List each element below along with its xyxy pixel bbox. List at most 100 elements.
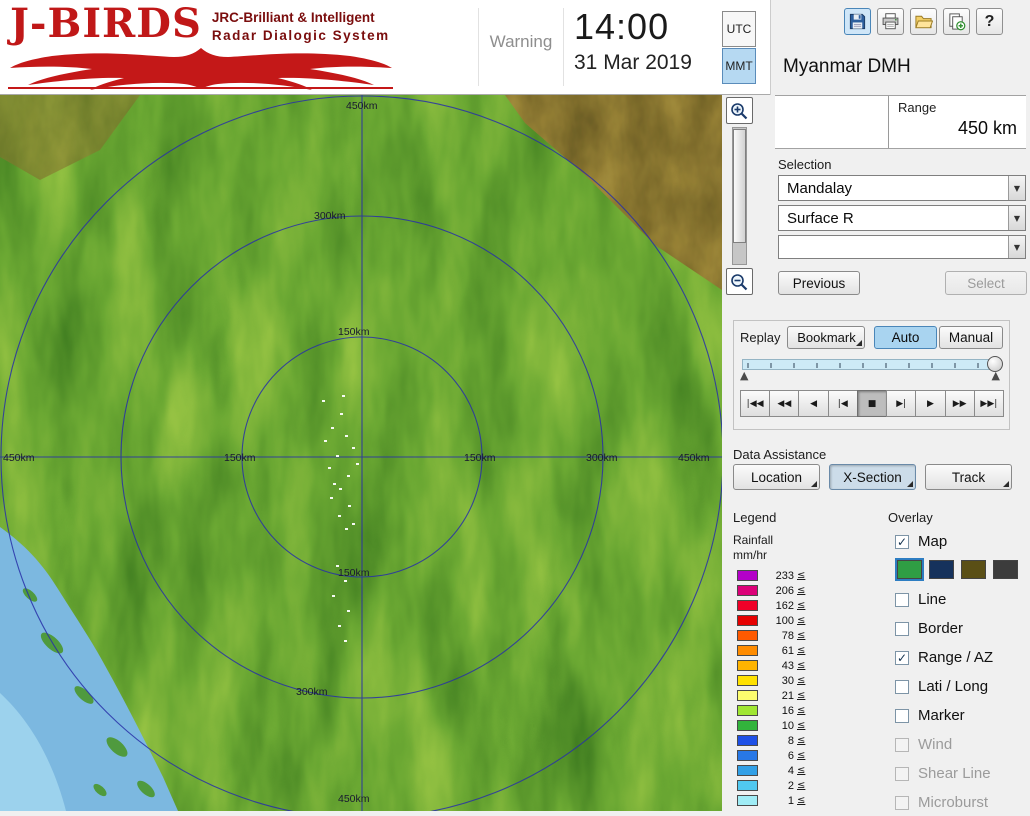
timeline-start-marker: ▲ <box>740 369 749 382</box>
extra-dropdown-button[interactable]: ▼ <box>1008 236 1025 258</box>
folder-icon <box>915 15 933 29</box>
data-assistance-title: Data Assistance <box>733 447 827 462</box>
selection-title: Selection <box>778 157 832 172</box>
bookmark-button[interactable]: Bookmark <box>787 326 866 349</box>
radar-map[interactable]: 450km 300km 150km 150km 300km 450km 450k… <box>0 95 724 816</box>
legend-value: 30 <box>781 674 794 687</box>
previous-button[interactable]: Previous <box>778 271 860 295</box>
overlay-microburst-checkbox <box>895 795 909 810</box>
mmt-button[interactable]: MMT <box>722 48 756 84</box>
overlay-map-checkbox[interactable]: ✓ <box>895 534 909 549</box>
legend-color-swatch <box>737 615 758 626</box>
print-button[interactable] <box>877 8 904 35</box>
print-icon <box>882 13 899 30</box>
ring-label: 450km <box>338 793 370 805</box>
legend-value: 2 <box>787 779 794 792</box>
manual-mode-button[interactable]: Manual <box>939 326 1003 349</box>
open-folder-button[interactable] <box>910 8 937 35</box>
legend-value: 61 <box>781 644 794 657</box>
site-dropdown[interactable]: Mandalay ▼ <box>778 175 1026 201</box>
overlay-item-border: Border <box>895 618 1030 639</box>
product-dropdown[interactable]: Surface R ▼ <box>778 205 1026 231</box>
legend-le-symbol: ≤ <box>797 705 806 716</box>
location-button[interactable]: Location <box>733 464 820 490</box>
playback-step-back-button[interactable]: |◀ <box>827 390 858 417</box>
overlay-item-lati-long: Lati / Long <box>895 676 1030 697</box>
legend-title: Legend <box>733 510 777 525</box>
utc-button[interactable]: UTC <box>722 11 756 47</box>
export-button[interactable] <box>943 8 970 35</box>
legend-color-swatch <box>737 705 758 716</box>
playback-step-forward-button[interactable]: ▶| <box>886 390 917 417</box>
overlay-map-label: Map <box>918 533 948 550</box>
replay-mode-toggle: Auto Manual <box>874 326 1003 349</box>
zoom-in-button[interactable] <box>725 97 753 124</box>
legend-le-symbol: ≤ <box>797 735 806 746</box>
legend-color-swatch <box>737 765 758 776</box>
overlay-list: ✓ Map Line Border ✓ Range / AZ Lati / Long Mark… <box>888 531 1030 811</box>
legend-row: 10 ≤ <box>733 718 883 733</box>
legend-value: 78 <box>781 629 794 642</box>
overlay-item-marker: Marker <box>895 705 1030 726</box>
clock-date: 31 Mar 2019 <box>574 51 692 74</box>
map-style-swatch-3[interactable] <box>961 560 986 579</box>
timeline-track[interactable] <box>742 359 1001 370</box>
save-button[interactable] <box>844 8 871 35</box>
legend-le-symbol: ≤ <box>797 750 806 761</box>
track-button[interactable]: Track <box>925 464 1012 490</box>
timezone-toggle: UTC MMT <box>722 11 756 84</box>
select-button: Select <box>945 271 1027 295</box>
map-style-swatch-1[interactable] <box>897 560 922 579</box>
overlay-marker-label: Marker <box>918 707 965 724</box>
ring-label: 450km <box>346 100 378 112</box>
overlay-border-label: Border <box>918 620 964 637</box>
playback-skip-start-button[interactable]: |◀◀ <box>740 390 771 417</box>
playback-skip-end-button[interactable]: ▶▶| <box>973 390 1004 417</box>
site-dropdown-button[interactable]: ▼ <box>1008 176 1025 200</box>
legend-value: 6 <box>787 749 794 762</box>
playback-stop-button[interactable]: ■ <box>856 390 888 417</box>
help-icon: ? <box>984 12 995 30</box>
zoom-slider-track[interactable] <box>731 127 747 265</box>
station-name: Myanmar DMH <box>783 56 911 77</box>
legend-row: 78 ≤ <box>733 628 883 643</box>
help-button[interactable]: ? <box>976 8 1003 35</box>
playback-rewind-button[interactable]: ◀◀ <box>769 390 800 417</box>
ring-label: 150km <box>338 326 370 338</box>
x-section-button[interactable]: X-Section <box>829 464 916 490</box>
playback-fast-forward-button[interactable]: ▶▶ <box>944 390 975 417</box>
legend-row: 162 ≤ <box>733 598 883 613</box>
playback-reverse-play-button[interactable]: ◀ <box>798 390 829 417</box>
timeline-slider[interactable]: ▲ ▲ <box>740 356 1003 386</box>
auto-mode-button[interactable]: Auto <box>874 326 937 349</box>
legend-row: 100 ≤ <box>733 613 883 628</box>
zoom-slider-thumb[interactable] <box>732 129 746 243</box>
legend-panel: Legend Rainfall mm/hr 233 ≤206 ≤162 ≤100 ≤78… <box>733 510 883 808</box>
legend-row: 8 ≤ <box>733 733 883 748</box>
overlay-marker-checkbox[interactable] <box>895 708 909 723</box>
legend-le-symbol: ≤ <box>797 720 806 731</box>
overlay-wind-label: Wind <box>918 736 953 753</box>
playback-play-button[interactable]: ▶ <box>915 390 946 417</box>
overlay-item-map: ✓ Map <box>895 531 1030 552</box>
product-dropdown-button[interactable]: ▼ <box>1008 206 1025 230</box>
zoom-out-button[interactable] <box>725 268 753 295</box>
map-style-swatch-4[interactable] <box>993 560 1018 579</box>
map-style-swatch-2[interactable] <box>929 560 954 579</box>
export-icon <box>949 13 966 31</box>
overlay-border-checkbox[interactable] <box>895 621 909 636</box>
replay-group: Replay Bookmark Auto Manual ▲ ▲ |◀◀ ◀◀ ◀ |◀… <box>733 320 1010 430</box>
legend-le-symbol: ≤ <box>797 765 806 776</box>
overlay-item-line: Line <box>895 589 1030 610</box>
legend-color-swatch <box>737 675 758 686</box>
selection-buttons: Previous Select <box>778 271 1027 295</box>
logo-subtitle-line2: Radar Dialogic System <box>211 27 390 43</box>
overlay-range-az-checkbox[interactable]: ✓ <box>895 650 909 665</box>
overlay-lati-long-checkbox[interactable] <box>895 679 909 694</box>
legend-color-swatch <box>737 780 758 791</box>
extra-dropdown[interactable]: ▼ <box>778 235 1026 259</box>
legend-value: 10 <box>781 719 794 732</box>
overlay-line-checkbox[interactable] <box>895 592 909 607</box>
legend-value: 21 <box>781 689 794 702</box>
ring-label: 150km <box>224 452 256 464</box>
